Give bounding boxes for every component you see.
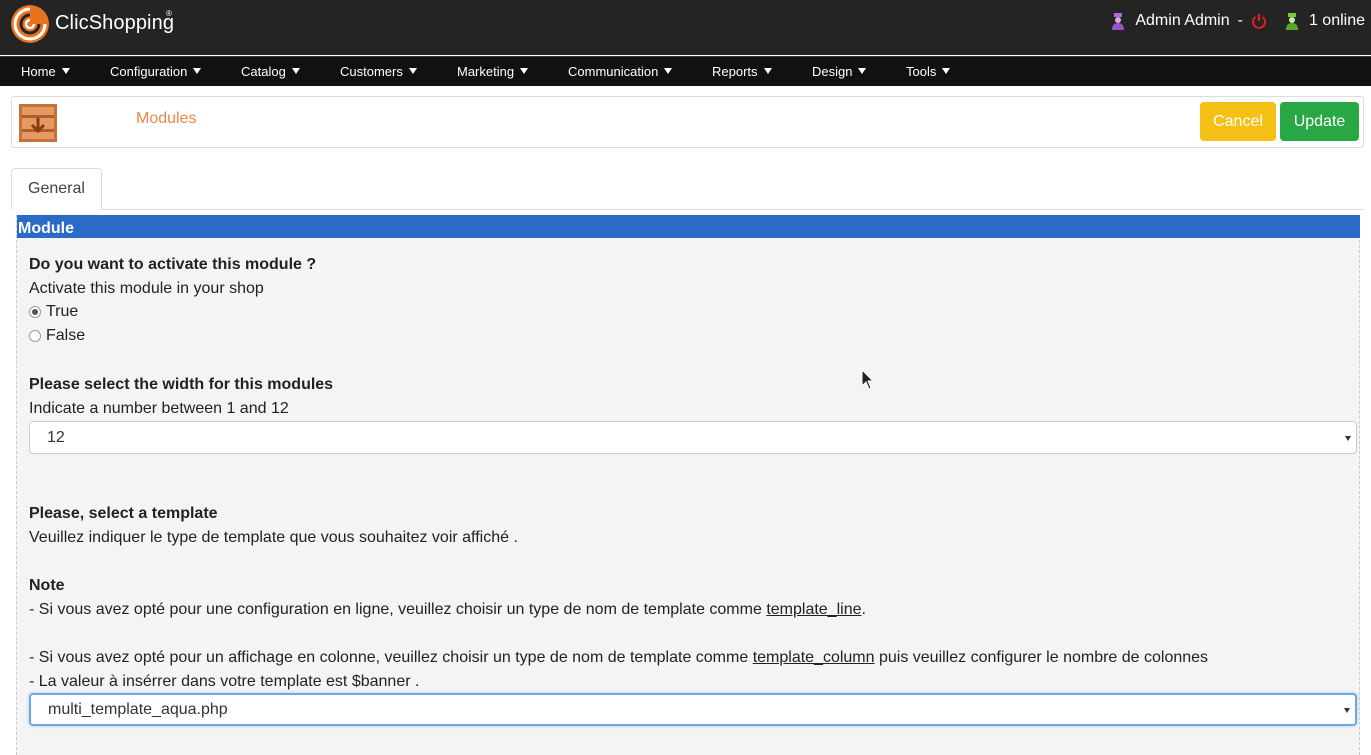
nav-label: Catalog	[241, 64, 286, 79]
note-line-1: - Si vous avez opté pour une configurati…	[29, 601, 866, 619]
template-line-link: template_line	[766, 601, 862, 618]
activate-description: Activate this module in your shop	[29, 280, 264, 297]
registered-mark: ®	[166, 9, 172, 18]
admin-user-icon	[1112, 13, 1125, 30]
nav-communication[interactable]: Communication	[568, 57, 673, 87]
radio-label-false: False	[46, 327, 86, 344]
caret-down-icon	[408, 68, 417, 74]
user-area: Admin Admin - 1 online	[1111, 10, 1365, 32]
tab-general[interactable]: General	[11, 168, 102, 210]
template-question: Please, select a template	[29, 505, 218, 522]
template-column-link: template_column	[752, 649, 875, 666]
radio-option-true[interactable]: True	[29, 302, 78, 322]
select-arrow-icon	[1344, 708, 1350, 713]
caret-down-icon	[61, 68, 70, 74]
caret-down-icon	[664, 68, 673, 74]
nav-label: Marketing	[457, 64, 515, 79]
nav-label: Configuration	[110, 64, 188, 79]
note-line-2: - Si vous avez opté pour un affichage en…	[29, 649, 1208, 667]
nav-label: Customers	[340, 64, 403, 79]
online-count[interactable]: 1 online	[1309, 12, 1365, 30]
width-select[interactable]: 12	[29, 421, 1357, 454]
admin-name[interactable]: Admin Admin	[1135, 12, 1229, 30]
nav-label: Home	[21, 64, 56, 79]
note-line-2-text: - Si vous avez opté pour un affichage en…	[29, 649, 753, 666]
page-title: Modules	[136, 110, 197, 127]
nav-catalog[interactable]: Catalog	[241, 57, 300, 87]
online-user-icon	[1285, 13, 1298, 30]
logout-power-icon[interactable]	[1251, 13, 1267, 29]
radio-option-false[interactable]: False	[29, 326, 85, 346]
radio-button-checked[interactable]	[29, 306, 41, 318]
width-question: Please select the width for this modules	[29, 376, 334, 393]
note-title: Note	[29, 577, 65, 594]
cancel-button[interactable]: Cancel	[1200, 102, 1276, 141]
nav-label: Tools	[906, 64, 937, 79]
caret-down-icon	[942, 68, 951, 74]
note-line-1-suffix: .	[861, 601, 866, 618]
width-select-value: 12	[47, 429, 65, 446]
note-line-1-text: - Si vous avez opté pour une configurati…	[29, 601, 767, 618]
caret-down-icon	[520, 68, 529, 74]
nav-customers[interactable]: Customers	[340, 57, 417, 87]
nav-tools[interactable]: Tools	[906, 57, 951, 87]
update-button[interactable]: Update	[1280, 102, 1359, 141]
nav-design[interactable]: Design	[812, 57, 867, 87]
nav-home[interactable]: Home	[21, 57, 70, 87]
template-select[interactable]: multi_template_aqua.php	[29, 693, 1357, 726]
main-nav: Home Configuration Catalog Customers Mar…	[0, 56, 1371, 86]
caret-down-icon	[193, 68, 202, 74]
nav-marketing[interactable]: Marketing	[457, 57, 529, 87]
caret-down-icon	[291, 68, 300, 74]
width-description: Indicate a number between 1 and 12	[29, 400, 289, 417]
brand-name[interactable]: ClicShopping	[55, 12, 174, 35]
header-separator: -	[1237, 12, 1243, 29]
nav-reports[interactable]: Reports	[712, 57, 772, 87]
radio-button-unchecked[interactable]	[29, 330, 41, 342]
module-box-icon	[19, 104, 57, 142]
clicshopping-logo-icon[interactable]	[10, 4, 50, 44]
section-title: Module	[17, 215, 1360, 238]
caret-down-icon	[858, 68, 867, 74]
tab-divider	[11, 209, 1364, 210]
select-arrow-icon	[1345, 436, 1351, 441]
template-description: Veuillez indiquer le type de template qu…	[29, 529, 518, 546]
note-line-2-suffix: puis veuillez configurer le nombre de co…	[874, 649, 1209, 666]
template-select-value: multi_template_aqua.php	[48, 701, 228, 718]
nav-label: Communication	[568, 64, 659, 79]
nav-label: Design	[812, 64, 853, 79]
mouse-cursor-icon	[861, 369, 875, 390]
activate-question: Do you want to activate this module ?	[29, 256, 317, 273]
page-header-card: Modules Cancel Update	[11, 96, 1364, 148]
nav-label: Reports	[712, 64, 758, 79]
module-form: Module Do you want to activate this modu…	[16, 215, 1360, 755]
caret-down-icon	[763, 68, 772, 74]
radio-label-true: True	[46, 303, 79, 320]
top-header: ClicShopping ® Admin Admin - 1 online	[0, 0, 1371, 55]
nav-configuration[interactable]: Configuration	[110, 57, 202, 87]
note-line-3: - La valeur à insérrer dans votre templa…	[29, 673, 420, 690]
